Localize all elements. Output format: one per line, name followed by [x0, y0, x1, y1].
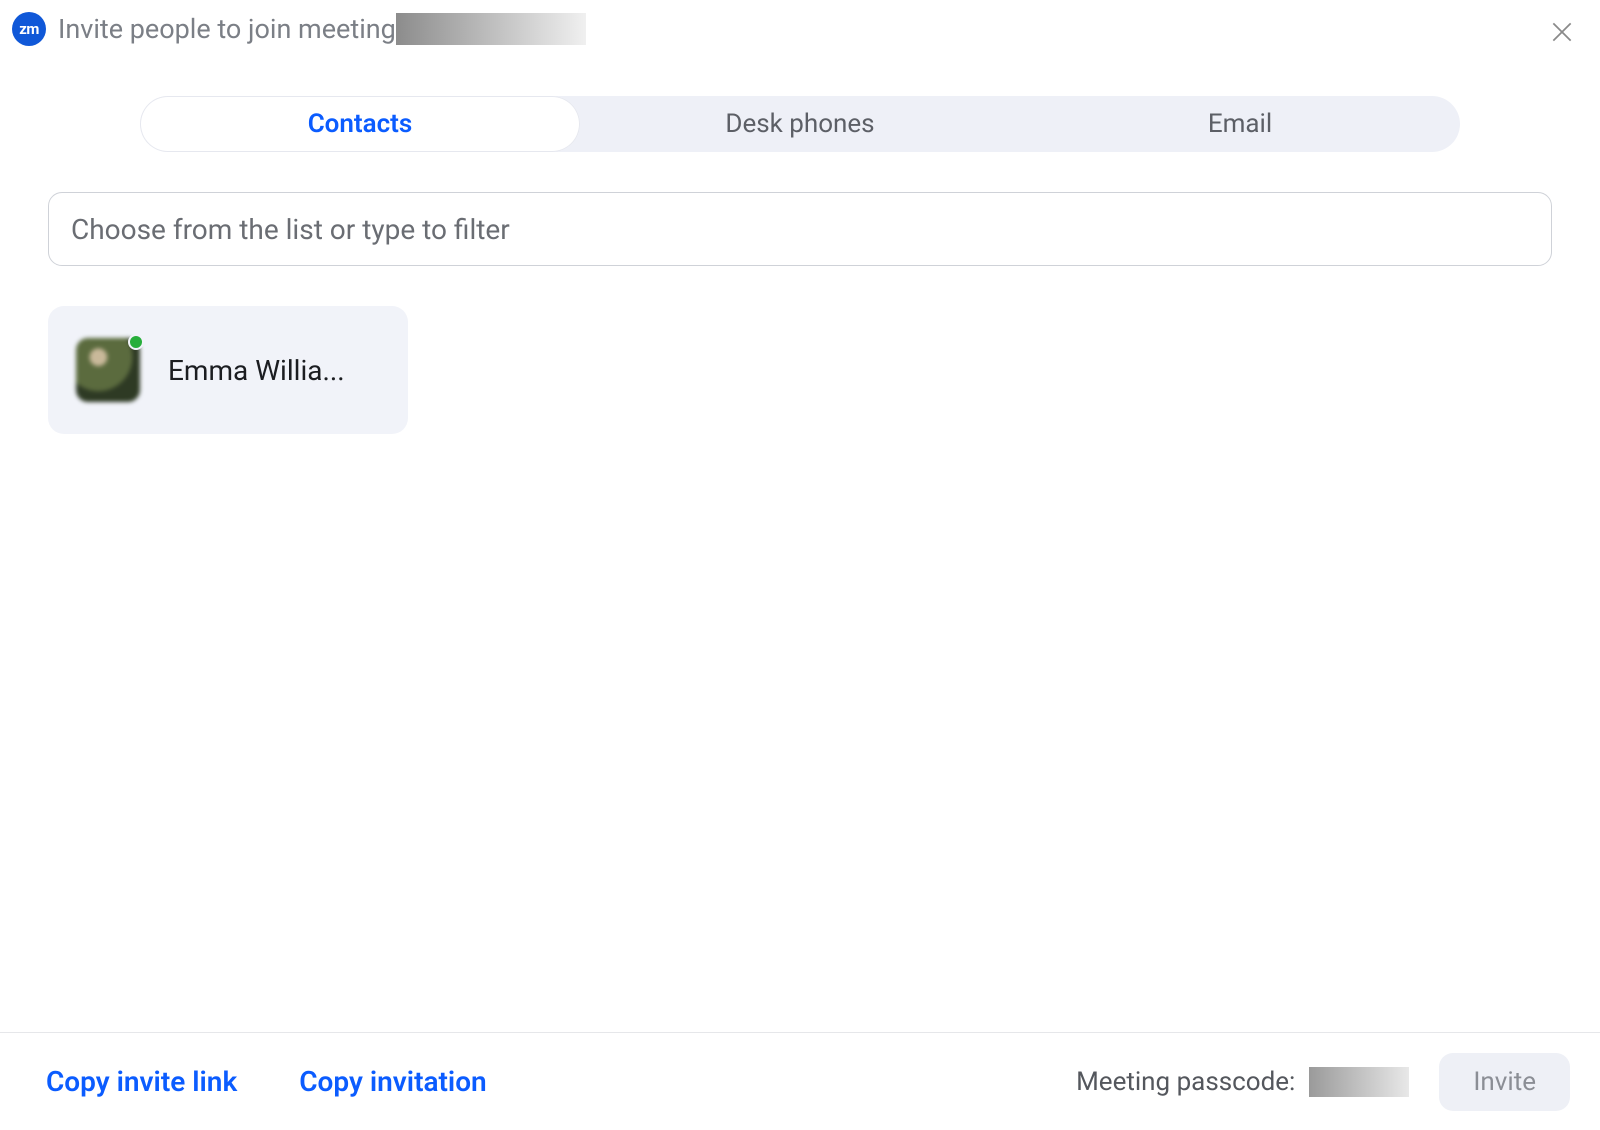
meeting-passcode-redacted [1309, 1067, 1409, 1097]
window-title: Invite people to join meeting [58, 13, 396, 45]
tabs-container: Contacts Desk phones Email [0, 54, 1600, 152]
presence-online-icon [128, 334, 144, 350]
footer-right: Meeting passcode: Invite [1076, 1053, 1570, 1111]
invite-button[interactable]: Invite [1439, 1053, 1570, 1111]
close-button[interactable] [1542, 12, 1582, 52]
contact-name: Emma Willia... [168, 354, 345, 387]
tab-contacts[interactable]: Contacts [140, 96, 580, 152]
tab-desk-phones[interactable]: Desk phones [580, 96, 1020, 152]
meeting-id-redacted [396, 13, 586, 45]
contacts-list: Emma Willia... [0, 266, 1600, 1032]
search-container [0, 152, 1600, 266]
titlebar: zm Invite people to join meeting [0, 0, 1600, 54]
avatar-container [76, 338, 140, 402]
contact-card[interactable]: Emma Willia... [48, 306, 408, 434]
copy-invitation-button[interactable]: Copy invitation [299, 1065, 486, 1098]
tabs: Contacts Desk phones Email [140, 96, 1460, 152]
footer: Copy invite link Copy invitation Meeting… [0, 1032, 1600, 1130]
contact-filter-input[interactable] [48, 192, 1552, 266]
meeting-passcode-label: Meeting passcode: [1076, 1067, 1295, 1097]
copy-invite-link-button[interactable]: Copy invite link [46, 1065, 237, 1098]
close-icon [1549, 19, 1575, 45]
zoom-app-icon: zm [12, 12, 46, 46]
footer-left: Copy invite link Copy invitation [46, 1065, 487, 1098]
tab-email[interactable]: Email [1020, 96, 1460, 152]
